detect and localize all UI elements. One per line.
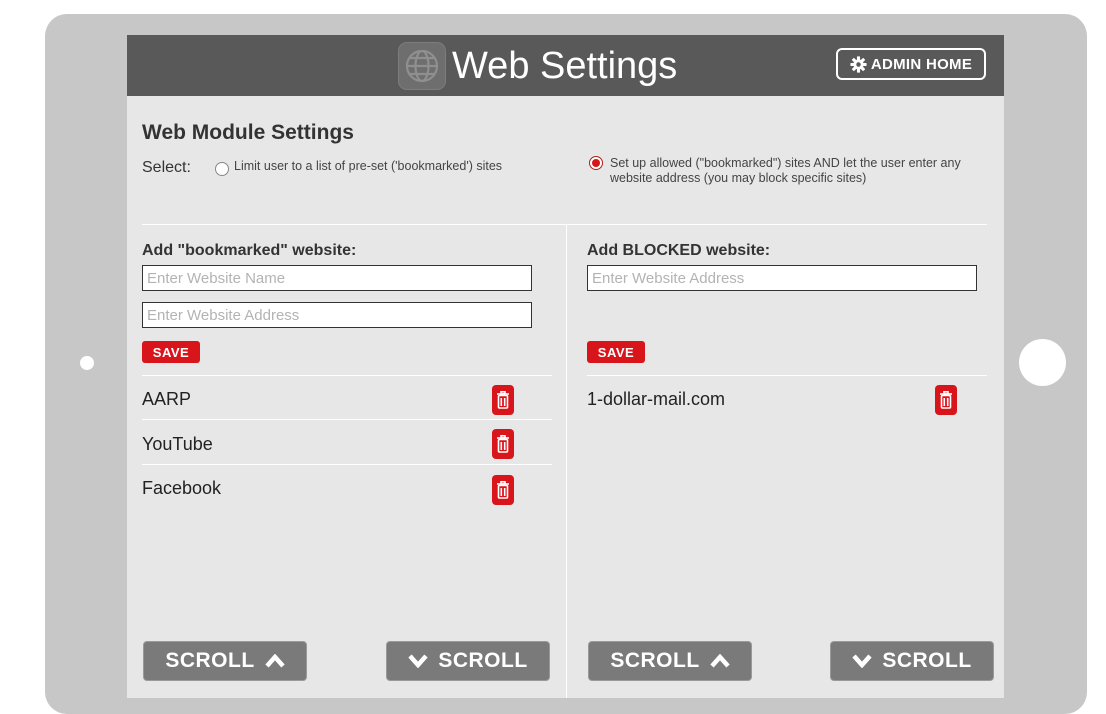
save-bookmark-button[interactable]: SAVE [142,341,200,363]
radio-limit-bookmarked-label: Limit user to a list of pre-set ('bookma… [234,159,503,173]
radio-allow-any-site-label: Set up allowed ("bookmarked") sites AND … [610,156,961,185]
blocked-address-input[interactable] [587,265,977,291]
blocked-section-title: Add BLOCKED website: [587,242,771,259]
delete-blocked-button[interactable] [935,385,957,415]
page-title: Web Settings [452,45,678,87]
radio-allow-any-site[interactable] [589,156,603,170]
select-label: Select: [142,159,191,176]
scroll-label: SCROLL [610,649,700,672]
list-divider [142,464,552,465]
camera-dot [80,356,94,370]
delete-bookmark-button[interactable] [492,429,514,459]
chevron-down-icon [408,654,429,668]
column-divider [566,224,567,698]
admin-home-button[interactable]: ADMIN HOME [836,48,986,80]
section-divider [142,224,987,225]
section-title: Web Module Settings [142,121,354,144]
chevron-up-icon [709,654,730,668]
globe-icon [398,42,446,90]
scroll-label: SCROLL [438,649,528,672]
trash-icon [497,435,509,453]
bookmarked-scroll-down-button[interactable]: SCROLL [386,641,550,681]
blocked-item-label: 1-dollar-mail.com [587,389,726,409]
bookmark-address-input[interactable] [142,302,532,328]
list-divider [142,419,552,420]
header-bar: Web Settings ADMIN HOME [127,35,1004,96]
blocked-scroll-down-button[interactable]: SCROLL [830,641,994,681]
tablet-home-button[interactable] [1019,339,1066,386]
bookmarked-scroll-up-button[interactable]: SCROLL [143,641,307,681]
bookmark-item-label: AARP [142,389,192,409]
admin-home-label: ADMIN HOME [870,55,973,73]
delete-bookmark-button[interactable] [492,385,514,415]
radio-limit-bookmarked[interactable] [215,162,229,176]
bookmark-item-label: YouTube [142,434,213,454]
trash-icon [497,481,509,499]
scroll-label: SCROLL [882,649,972,672]
app-screen: Web Settings ADMIN HOME Web Module Setti… [127,35,1004,698]
trash-icon [940,391,952,409]
gear-icon [850,55,867,73]
blocked-scroll-up-button[interactable]: SCROLL [588,641,752,681]
bookmark-item-label: Facebook [142,478,222,498]
list-divider [587,375,987,376]
save-blocked-button[interactable]: SAVE [587,341,645,363]
chevron-up-icon [264,654,285,668]
chevron-down-icon [852,654,873,668]
bookmarked-section-title: Add "bookmarked" website: [142,242,357,259]
list-divider [142,375,552,376]
bookmark-name-input[interactable] [142,265,532,291]
delete-bookmark-button[interactable] [492,475,514,505]
scroll-label: SCROLL [165,649,255,672]
trash-icon [497,391,509,409]
